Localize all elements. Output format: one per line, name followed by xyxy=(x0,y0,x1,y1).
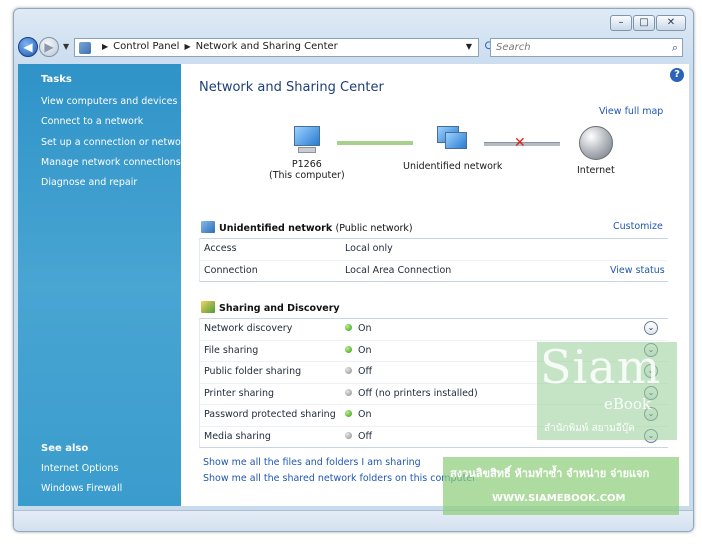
title-bar: – □ ✕ xyxy=(14,9,693,35)
connection-line-local xyxy=(337,141,413,145)
customize-link[interactable]: Customize xyxy=(613,221,663,232)
back-button[interactable]: ◀ xyxy=(18,37,38,57)
expand-chevron-icon[interactable]: ⌄ xyxy=(644,321,658,335)
row-status: Off (no printers installed) xyxy=(345,388,478,399)
see-also-heading: See also xyxy=(41,443,89,454)
internet-label: Internet xyxy=(577,165,615,176)
row-status: Off xyxy=(345,431,372,442)
computer-icon xyxy=(290,126,324,156)
row-status: On xyxy=(345,323,372,334)
address-bar[interactable]: ▶ Control Panel ▶ Network and Sharing Cente… xyxy=(74,38,479,57)
row-label: Connection xyxy=(204,264,258,276)
forward-arrow-icon: ▶ xyxy=(44,40,54,54)
link-internet-options[interactable]: Internet Options xyxy=(41,463,118,474)
computer-name: P1266 xyxy=(291,159,322,170)
globe-icon xyxy=(578,126,613,160)
row-value: Off (no printers installed) xyxy=(358,387,478,399)
minimize-button[interactable]: – xyxy=(610,15,632,31)
back-arrow-icon: ◀ xyxy=(23,40,33,54)
breadcrumb-network-sharing[interactable]: Network and Sharing Center xyxy=(196,41,338,52)
status-on-icon xyxy=(345,324,352,331)
recent-pages-chevron-down-icon[interactable]: ▼ xyxy=(63,42,69,51)
row-status: Off xyxy=(345,366,372,377)
address-dropdown-icon[interactable]: ▼ xyxy=(466,42,472,51)
row-value: On xyxy=(358,323,372,334)
tasks-heading: Tasks xyxy=(41,74,72,85)
network-section-name: Unidentified network xyxy=(219,223,333,234)
status-on-icon xyxy=(345,345,352,353)
watermark-logo-text: Siam xyxy=(540,340,662,394)
row-status: On xyxy=(345,345,372,356)
link-windows-firewall[interactable]: Windows Firewall xyxy=(41,483,122,494)
row-value: Local Area Connection xyxy=(345,264,452,276)
search-icon[interactable]: ⌕ xyxy=(672,41,678,55)
row-status: On xyxy=(345,409,372,420)
maximize-button[interactable]: □ xyxy=(633,15,655,31)
network-name: Unidentified network xyxy=(403,161,503,172)
watermark-publisher-text: สำนักพิมพ์ สยามอีบุ๊ค xyxy=(544,423,635,434)
status-off-icon xyxy=(345,431,352,439)
explorer-window: – □ ✕ ◀ ▶ ▼ ▶ Control Panel ▶ Network and S… xyxy=(13,8,694,532)
task-setup-connection[interactable]: Set up a connection or network xyxy=(41,137,190,148)
status-on-icon xyxy=(345,410,352,417)
control-panel-icon xyxy=(79,42,91,54)
map-node-internet[interactable]: Internet xyxy=(577,126,615,176)
map-node-network[interactable]: Unidentified network xyxy=(403,126,502,172)
network-section-header: Unidentified network (Public network) xyxy=(201,221,413,234)
map-node-computer[interactable]: P1266 (This computer) xyxy=(269,126,345,181)
search-placeholder: Search xyxy=(496,42,531,53)
breadcrumb-control-panel[interactable]: Control Panel xyxy=(113,41,179,52)
network-details-table: Access Local only Connection Local Area … xyxy=(199,238,668,282)
breadcrumb-separator-icon[interactable]: ▶ xyxy=(184,42,190,51)
show-shared-folders-link[interactable]: Show me all the shared network folders o… xyxy=(203,473,476,484)
address-row: ◀ ▶ ▼ ▶ Control Panel ▶ Network and Sharing… xyxy=(14,35,693,61)
breadcrumb: ▶ Control Panel ▶ Network and Sharing Cente… xyxy=(97,41,338,52)
task-manage-connections[interactable]: Manage network connections xyxy=(41,157,181,168)
watermark-ebook-text: eBook xyxy=(604,395,652,413)
network-section-icon xyxy=(201,221,215,233)
status-off-icon xyxy=(345,388,352,396)
row-label: Access xyxy=(204,243,237,254)
row-label: Network discovery xyxy=(204,323,293,334)
task-view-computers[interactable]: View computers and devices xyxy=(41,96,177,107)
help-icon[interactable]: ? xyxy=(670,68,684,82)
no-connection-x-icon[interactable]: ✕ xyxy=(514,135,526,151)
task-pane: Tasks View computers and devices Connect… xyxy=(18,64,190,506)
sharing-section-icon xyxy=(201,301,215,313)
show-shared-files-link[interactable]: Show me all the files and folders I am s… xyxy=(203,457,421,468)
row-label: Media sharing xyxy=(204,430,271,442)
task-diagnose-repair[interactable]: Diagnose and repair xyxy=(41,177,137,188)
row-label: Printer sharing xyxy=(204,387,275,399)
page-title: Network and Sharing Center xyxy=(199,80,384,95)
table-row: Connection Local Area Connection View st… xyxy=(200,261,668,282)
watermark-copyright-text: สงวนลิขสิทธิ์ ห้ามทำซ้ำ จำหน่าย จ่ายแจก xyxy=(450,467,650,480)
status-off-icon xyxy=(345,367,352,374)
forward-button[interactable]: ▶ xyxy=(39,37,59,57)
network-section-type: (Public network) xyxy=(335,223,413,234)
row-value: On xyxy=(358,344,372,356)
row-value: Local only xyxy=(345,243,393,254)
row-label: Public folder sharing xyxy=(204,366,302,377)
task-connect-network[interactable]: Connect to a network xyxy=(41,116,143,127)
watermark-url: WWW.SIAMEBOOK.COM xyxy=(492,493,626,504)
sharing-section-header: Sharing and Discovery xyxy=(201,301,340,314)
row-value: Off xyxy=(358,366,373,377)
table-row: Access Local only xyxy=(200,239,668,261)
sharing-section-heading: Sharing and Discovery xyxy=(219,303,340,314)
computer-subtitle: (This computer) xyxy=(269,170,345,181)
row-label: File sharing xyxy=(204,344,259,356)
row-value: On xyxy=(358,409,372,420)
row-value: Off xyxy=(358,430,373,442)
network-icon xyxy=(433,126,473,158)
search-input[interactable]: Search ⌕ xyxy=(490,38,683,57)
row-label: Password protected sharing xyxy=(204,409,336,420)
view-status-link[interactable]: View status xyxy=(610,265,665,276)
breadcrumb-separator-icon[interactable]: ▶ xyxy=(102,42,108,51)
table-row[interactable]: Network discovery On ⌄ xyxy=(200,319,668,341)
view-full-map-link[interactable]: View full map xyxy=(599,106,663,117)
close-button[interactable]: ✕ xyxy=(656,15,686,31)
